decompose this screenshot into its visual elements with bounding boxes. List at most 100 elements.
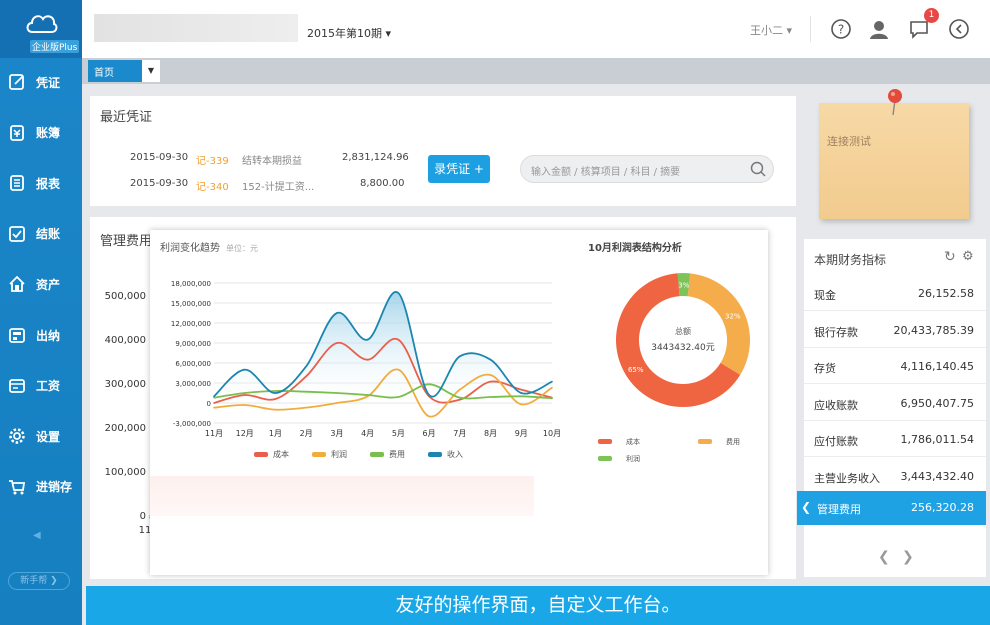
sidebar-item-label: 设置 bbox=[36, 429, 61, 444]
sidebar-item-label: 账簿 bbox=[36, 126, 61, 141]
fin-row[interactable]: 主营业务收入 3,443,432.40 bbox=[804, 458, 986, 494]
salary-icon bbox=[8, 377, 26, 395]
tab-dropdown-icon[interactable]: ▼ bbox=[142, 60, 160, 82]
chart-overlay-panel: 18,000,000 15,000,000 12,000,000 9,000,000 6… bbox=[150, 230, 768, 575]
check-icon bbox=[8, 225, 26, 243]
sidebar-item-check[interactable]: 结账 bbox=[0, 209, 82, 259]
data-point bbox=[428, 415, 430, 418]
data-point bbox=[459, 355, 461, 358]
sidebar-item-cash[interactable]: 出纳 bbox=[0, 310, 82, 360]
y-tick-label: 300,000 bbox=[105, 379, 146, 390]
sidebar-item-label: 报表 bbox=[36, 176, 61, 191]
house-icon bbox=[8, 275, 26, 293]
y-tick-label: -3,000,000 bbox=[173, 420, 211, 428]
legend-swatch bbox=[598, 439, 612, 444]
sticky-note[interactable]: 连接测试 bbox=[819, 103, 969, 219]
fin-label: 应收账款 bbox=[814, 398, 858, 412]
data-point bbox=[489, 380, 492, 383]
sidebar: 企业版Plus 凭证账簿报表结账资产 出纳工资设置进销存 ◀ 新手帮 ❯ bbox=[0, 0, 82, 625]
profit-trend-unit: 单位：元 bbox=[226, 244, 258, 253]
service-icon[interactable] bbox=[868, 18, 890, 40]
tab-home[interactable]: 首页 bbox=[88, 60, 142, 82]
new-voucher-button[interactable]: 录凭证 + bbox=[428, 155, 490, 183]
legend-label: 费用 bbox=[389, 449, 405, 459]
pie-slice bbox=[687, 273, 750, 375]
data-point bbox=[274, 390, 277, 392]
legend-swatch bbox=[598, 456, 612, 461]
data-point bbox=[366, 338, 369, 341]
sidebar-item-book[interactable]: 账簿 bbox=[0, 108, 82, 158]
next-page-icon[interactable]: ❯ bbox=[902, 549, 914, 565]
refresh-icon[interactable]: ↻ bbox=[944, 249, 956, 265]
data-point bbox=[274, 392, 277, 394]
fin-row[interactable]: 现金 26,152.58 bbox=[804, 275, 986, 311]
slice-label: 32% bbox=[725, 313, 741, 321]
logout-icon[interactable] bbox=[948, 18, 970, 40]
data-point bbox=[397, 396, 400, 398]
y-tick-label: 12,000,000 bbox=[171, 320, 211, 328]
company-name-field[interactable] bbox=[94, 14, 298, 42]
voucher-desc: 结转本期损益 bbox=[242, 156, 302, 167]
data-point bbox=[243, 394, 246, 396]
user-menu[interactable]: 王小二 ▾ bbox=[750, 22, 792, 38]
new-user-help-button[interactable]: 新手帮 ❯ bbox=[8, 572, 70, 590]
fin-row[interactable]: 存货 4,116,140.45 bbox=[804, 348, 986, 384]
collapse-arrow-icon[interactable]: ◀ bbox=[33, 530, 41, 541]
sidebar-item-report[interactable]: 报表 bbox=[0, 158, 82, 208]
x-tick-label: 8月 bbox=[484, 429, 497, 438]
tab-bar: 首页 ▼ bbox=[82, 58, 990, 84]
fin-row[interactable]: 应收账款 6,950,407.75 bbox=[804, 385, 986, 421]
period-selector[interactable]: 2015年第10期 ▾ bbox=[307, 25, 391, 41]
data-point bbox=[336, 402, 338, 404]
donut-total-value: 3443432.40元 bbox=[651, 343, 714, 353]
voucher-id[interactable]: 记-339 bbox=[196, 152, 229, 167]
legend-label: 利润 bbox=[626, 454, 640, 463]
x-tick-label: 7月 bbox=[453, 429, 466, 438]
fin-label: 主营业务收入 bbox=[814, 471, 880, 485]
sidebar-item-label: 工资 bbox=[36, 379, 61, 394]
chevron-left-icon: ❮ bbox=[801, 500, 812, 514]
search-input[interactable]: 输入金额 / 核算项目 / 科目 / 摘要 bbox=[520, 155, 774, 183]
fin-label: 银行存款 bbox=[814, 325, 858, 339]
search-icon[interactable] bbox=[750, 161, 766, 177]
slice-label: 3% bbox=[678, 282, 689, 290]
financial-indicators-title: 本期财务指标 bbox=[814, 253, 887, 267]
x-tick-label: 3月 bbox=[330, 429, 343, 438]
legend-label: 收入 bbox=[447, 449, 463, 459]
svg-text:?: ? bbox=[838, 23, 844, 37]
data-point bbox=[243, 392, 246, 394]
legend-swatch bbox=[428, 452, 442, 457]
fin-value: 4,116,140.45 bbox=[900, 360, 974, 373]
edition-badge: 企业版Plus bbox=[30, 40, 80, 53]
prev-page-icon[interactable]: ❮ bbox=[878, 549, 890, 565]
data-point bbox=[459, 396, 461, 399]
x-tick-label: 5月 bbox=[392, 429, 405, 438]
cloud-icon bbox=[26, 15, 58, 33]
legend-swatch bbox=[254, 452, 268, 457]
data-point bbox=[305, 390, 307, 393]
data-point bbox=[397, 338, 400, 341]
help-icon[interactable]: ? bbox=[830, 18, 852, 40]
sidebar-item-salary[interactable]: 工资 bbox=[0, 361, 82, 411]
sidebar-item-label: 结账 bbox=[36, 227, 61, 242]
y-tick-label: 6,000,000 bbox=[175, 360, 211, 368]
data-point bbox=[489, 396, 492, 398]
sidebar-item-house[interactable]: 资产 bbox=[0, 259, 82, 309]
fin-row[interactable]: 应付账款 1,786,011.54 bbox=[804, 421, 986, 457]
data-point bbox=[489, 358, 492, 361]
y-tick-label: 3,000,000 bbox=[175, 380, 211, 388]
fin-row-active[interactable]: ❮ 管理费用 256,320.28 bbox=[797, 491, 986, 525]
sidebar-item-gear[interactable]: 设置 bbox=[0, 411, 82, 461]
edit-icon bbox=[8, 73, 26, 91]
notification-badge: 1 bbox=[924, 8, 939, 23]
voucher-id[interactable]: 记-340 bbox=[196, 178, 229, 193]
fin-label: 存货 bbox=[814, 362, 836, 375]
gear-icon bbox=[8, 427, 26, 445]
legend-swatch bbox=[312, 452, 326, 457]
sidebar-item-cart[interactable]: 进销存 bbox=[0, 462, 82, 512]
gear-icon[interactable]: ⚙ bbox=[962, 249, 974, 264]
fin-row[interactable]: 银行存款 20,433,785.39 bbox=[804, 312, 986, 348]
data-point bbox=[520, 392, 523, 394]
book-icon bbox=[8, 124, 26, 142]
sidebar-item-edit[interactable]: 凭证 bbox=[0, 57, 82, 107]
